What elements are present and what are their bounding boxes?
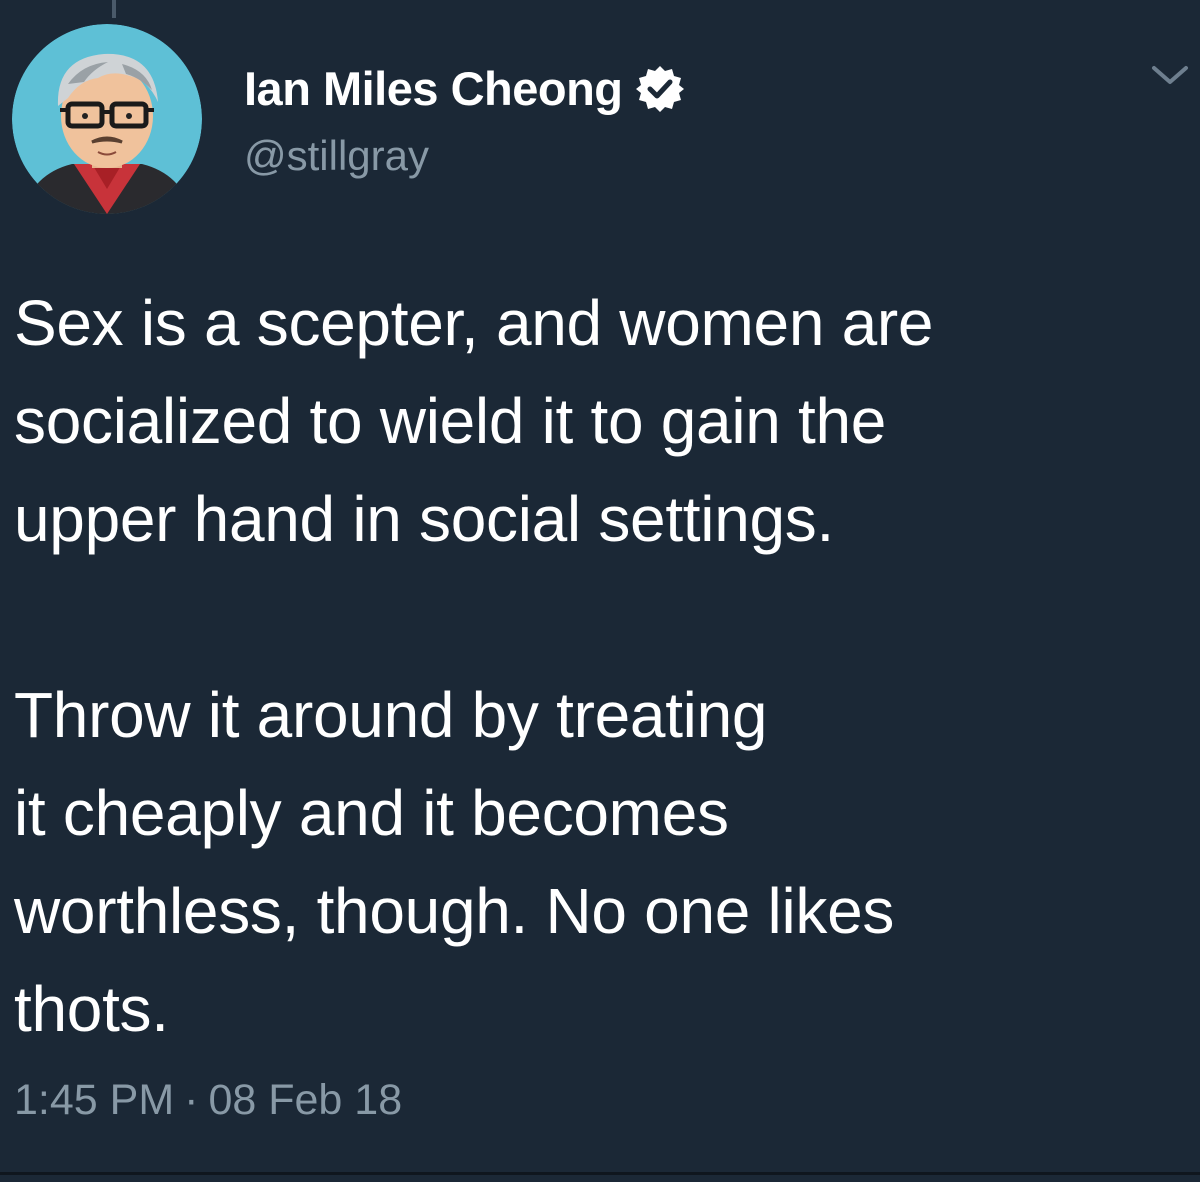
tweet-timestamp[interactable]: 1:45 PM · 08 Feb 18 <box>14 1072 402 1128</box>
verified-badge-icon <box>635 64 685 114</box>
meta-separator: · <box>184 1076 199 1124</box>
chevron-down-icon <box>1152 66 1188 84</box>
tweet-time: 1:45 PM <box>14 1076 175 1124</box>
tweet-text: Sex is a scepter, and women are socializ… <box>14 274 1184 1058</box>
tweet-date: 08 Feb 18 <box>208 1076 403 1124</box>
thread-connector-line <box>112 0 116 18</box>
divider <box>0 1172 1200 1175</box>
tweet-paragraph: Throw it around by treating it cheaply a… <box>14 679 895 1045</box>
cartoon-avatar-icon <box>12 24 202 214</box>
tweet-paragraph: Sex is a scepter, and women are socializ… <box>14 287 934 555</box>
author-block[interactable]: Ian Miles Cheong @stillgray <box>244 58 685 182</box>
tweet-menu-button[interactable] <box>1148 58 1192 92</box>
author-display-name[interactable]: Ian Miles Cheong <box>244 58 623 120</box>
author-handle[interactable]: @stillgray <box>244 130 685 182</box>
avatar[interactable] <box>12 24 202 214</box>
author-name-row: Ian Miles Cheong <box>244 58 685 120</box>
